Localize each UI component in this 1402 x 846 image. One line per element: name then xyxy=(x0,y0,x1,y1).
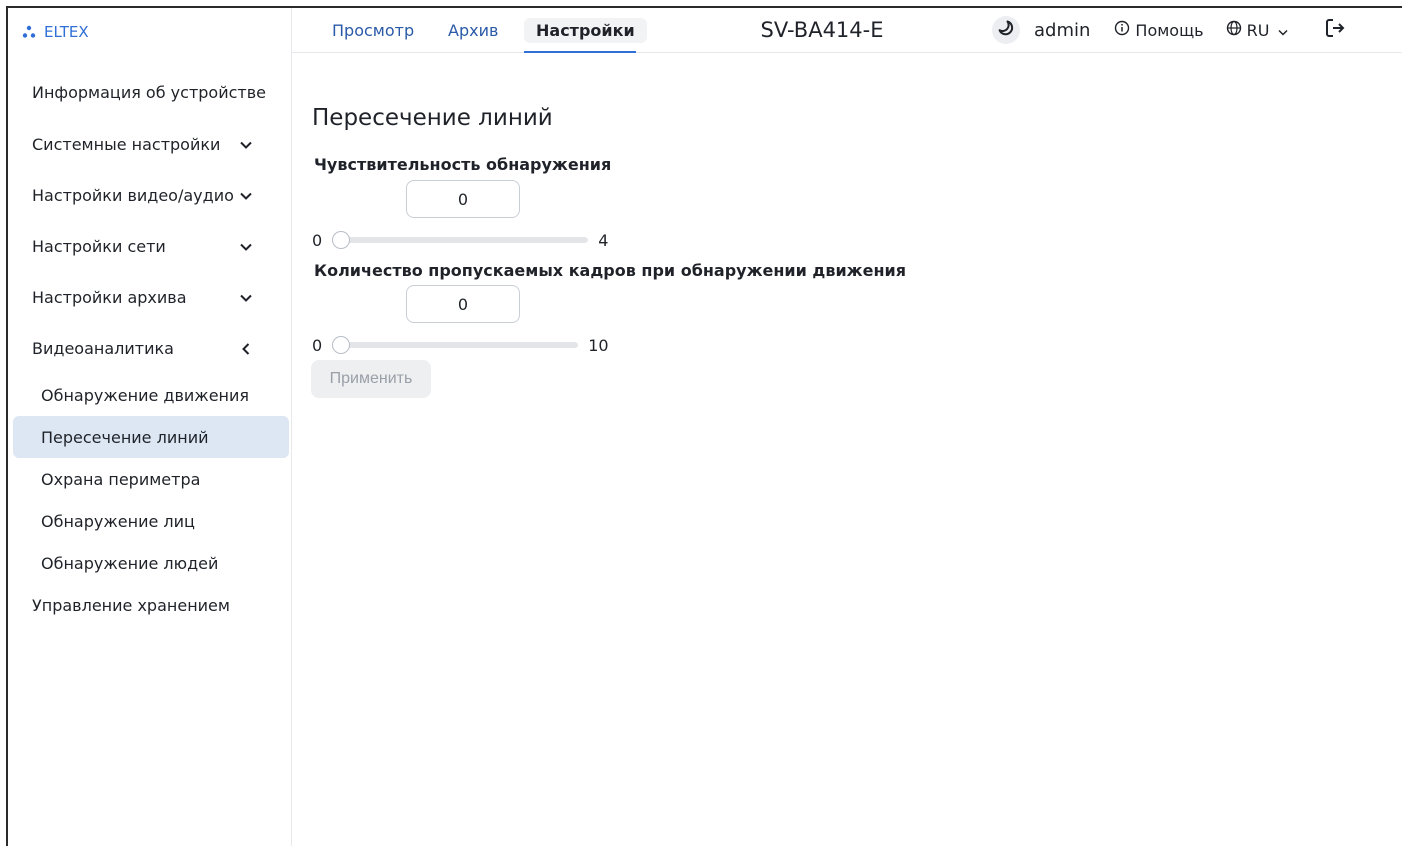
sidebar-item-label: Видеоаналитика xyxy=(32,339,174,358)
sidebar-item-label: Информация об устройстве xyxy=(32,83,266,102)
tab-view[interactable]: Просмотр xyxy=(332,8,414,52)
globe-icon xyxy=(1226,20,1242,40)
language-select[interactable]: RU xyxy=(1226,20,1289,40)
sidebar-menu: Информация об устройстве Системные настр… xyxy=(8,66,292,626)
brand-name: ELTEX xyxy=(44,23,89,41)
sidebar-subitem-face-detection[interactable]: Обнаружение лиц xyxy=(8,500,292,542)
chevron-down-icon xyxy=(238,188,254,204)
sidebar-subitem-perimeter[interactable]: Охрана периметра xyxy=(8,458,292,500)
sidebar-item-system-settings[interactable]: Системные настройки xyxy=(8,119,292,170)
sidebar-item-label: Настройки видео/аудио xyxy=(32,186,234,205)
skip-frames-slider-row: 0 10 xyxy=(312,335,609,355)
slider-min-label: 0 xyxy=(312,335,323,355)
sidebar-item-label: Настройки сети xyxy=(32,237,166,256)
chevron-down-icon xyxy=(1278,21,1288,40)
sidebar-subitem-label: Охрана периметра xyxy=(41,469,201,489)
sensitivity-input[interactable]: 0 xyxy=(406,180,520,218)
skip-frames-slider[interactable] xyxy=(332,336,579,354)
apply-button[interactable]: Применить xyxy=(311,360,431,398)
slider-max-label: 10 xyxy=(588,335,609,355)
page-title: Пересечение линий xyxy=(312,105,553,131)
chevron-down-icon xyxy=(238,239,254,255)
sidebar-item-archive[interactable]: Настройки архива xyxy=(8,272,292,323)
sidebar-item-label: Настройки архива xyxy=(32,288,187,307)
sidebar-item-video-audio[interactable]: Настройки видео/аудио xyxy=(8,170,292,221)
theme-toggle-button[interactable] xyxy=(992,16,1020,44)
header-actions: admin Помощь RU xyxy=(992,8,1346,52)
sidebar-item-device-info[interactable]: Информация об устройстве xyxy=(8,66,292,119)
sidebar-subitem-label: Обнаружение людей xyxy=(41,553,219,573)
eltex-logo-icon xyxy=(22,25,36,39)
skip-frames-input[interactable]: 0 xyxy=(406,285,520,323)
chevron-left-icon xyxy=(238,341,254,357)
slider-max-label: 4 xyxy=(598,230,609,250)
sidebar-item-label: Управление хранением xyxy=(32,595,230,615)
main-content: Пересечение линий Чувствительность обнар… xyxy=(292,53,1402,846)
sidebar-subitem-label: Обнаружение движения xyxy=(41,385,250,405)
skip-frames-label: Количество пропускаемых кадров при обнар… xyxy=(314,261,906,280)
username[interactable]: admin xyxy=(1034,20,1090,41)
sidebar-item-label: Системные настройки xyxy=(32,135,221,154)
sidebar-item-network[interactable]: Настройки сети xyxy=(8,221,292,272)
tab-archive[interactable]: Архив xyxy=(448,8,498,52)
brand-logo[interactable]: ELTEX xyxy=(22,22,89,42)
help-link[interactable]: Помощь xyxy=(1114,20,1204,40)
sidebar-item-video-analytics[interactable]: Видеоаналитика xyxy=(8,323,292,374)
tab-settings[interactable]: Настройки xyxy=(524,8,647,52)
sensitivity-slider-thumb[interactable] xyxy=(332,231,351,249)
device-model: SV-BA414-E xyxy=(760,18,884,42)
skip-frames-slider-thumb[interactable] xyxy=(332,336,351,354)
sidebar-item-storage[interactable]: Управление хранением xyxy=(8,584,292,626)
sensitivity-label: Чувствительность обнаружения xyxy=(314,155,612,174)
sensitivity-slider-row: 0 4 xyxy=(312,230,608,250)
language-label: RU xyxy=(1246,20,1270,40)
tab-label: Просмотр xyxy=(332,20,415,40)
sidebar-subitem-label: Пересечение линий xyxy=(41,427,209,447)
app-window: ELTEX Информация об устройстве Системные… xyxy=(6,6,1402,846)
tab-label: Архив xyxy=(448,20,499,40)
tab-label: Настройки xyxy=(524,17,647,43)
slider-min-label: 0 xyxy=(312,230,323,250)
help-label: Помощь xyxy=(1135,20,1204,40)
moon-icon xyxy=(997,19,1015,41)
sidebar-subitem-line-crossing[interactable]: Пересечение линий xyxy=(13,416,289,458)
top-header: Просмотр Архив Настройки SV-BA414-E admi… xyxy=(292,8,1402,53)
info-icon xyxy=(1114,20,1130,40)
sidebar-subitem-label: Обнаружение лиц xyxy=(41,511,195,531)
logout-button[interactable] xyxy=(1324,17,1346,43)
chevron-down-icon xyxy=(238,290,254,306)
sidebar-subitem-motion-detection[interactable]: Обнаружение движения xyxy=(8,374,292,416)
sidebar: ELTEX Информация об устройстве Системные… xyxy=(8,8,292,846)
sensitivity-slider[interactable] xyxy=(332,231,589,249)
logout-icon xyxy=(1324,17,1346,43)
chevron-down-icon xyxy=(238,137,254,153)
sidebar-subitem-people-detection[interactable]: Обнаружение людей xyxy=(8,542,292,584)
